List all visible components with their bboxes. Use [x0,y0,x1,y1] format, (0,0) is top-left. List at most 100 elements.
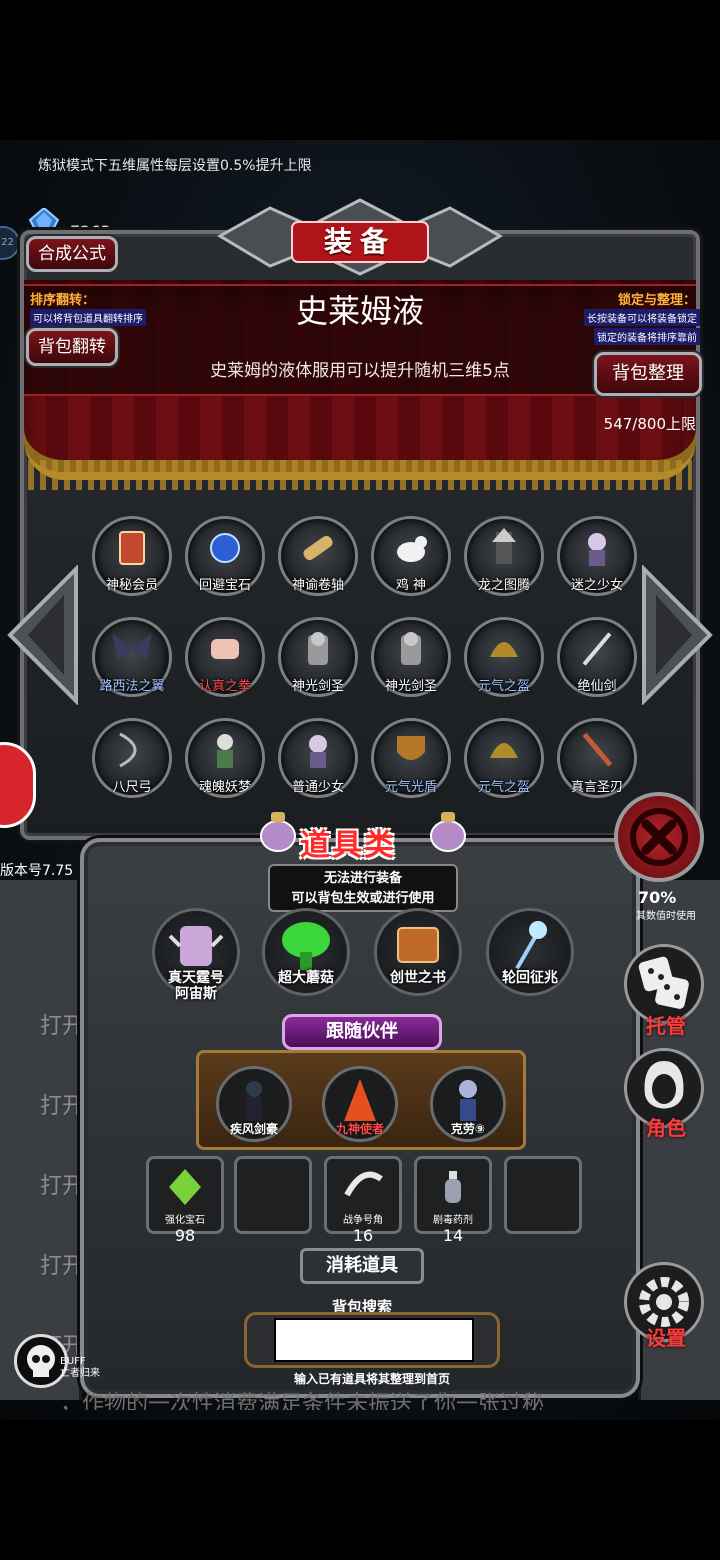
helmet-icon [490,743,518,758]
item-name: 神秘会员 [105,578,158,593]
item-name: 鸡 神 [395,578,427,593]
item-art [110,526,154,570]
prop-slot[interactable]: 轮回征兆 [486,908,574,996]
item-name: 普通少女 [291,780,344,795]
item-name: 魂魄妖梦 [198,780,251,795]
inventory-slot[interactable]: 龙之图腾 [464,516,544,596]
close-icon [630,808,688,866]
item-name: 元气之盔 [477,780,530,795]
settings-label: 设置 [646,1326,686,1350]
inventory-slot[interactable]: 回避宝石 [185,516,265,596]
consumable-art [341,1165,385,1209]
item-name: 真言圣刃 [570,780,623,795]
fox-icon [344,1079,376,1121]
buff-line-2: 亡者归来 [60,1368,100,1379]
consumable-art [163,1165,207,1209]
consumable-slot[interactable]: 剧毒药剂 [414,1156,492,1234]
status-bar-area [0,0,720,140]
bag-sort-button[interactable]: 背包整理 [594,352,702,396]
companion-art [444,1074,492,1124]
swordsman-icon [246,1081,262,1121]
inventory-slot[interactable]: 元气之盔 [464,718,544,798]
fist-icon [211,639,239,659]
inventory-slot[interactable]: 神秘会员 [92,516,172,596]
companion-slot[interactable]: 克劳⑨ [430,1066,506,1142]
next-page-arrow-icon[interactable] [642,565,714,705]
inventory-slot[interactable]: 八尺弓 [92,718,172,798]
item-name: 绝仙剑 [577,679,617,694]
item-art [575,526,619,570]
mode-notice: 炼狱模式下五维属性每层设置0.5%提升上限 [38,158,312,174]
auto-use-text: 其数值时使用 [636,911,696,922]
maid-icon [459,1080,477,1121]
close-button[interactable] [614,792,704,882]
companion-art [336,1074,384,1124]
consumable-slot[interactable]: 强化宝石 [146,1156,224,1234]
item-name: 八尺弓 [112,780,152,795]
log-line: 打开 [40,1174,85,1199]
item-art [575,627,619,671]
consumable-slot[interactable] [234,1156,312,1234]
character-label: 角色 [646,1116,686,1140]
selected-item-desc: 史莱姆的液体服用可以提升随机三维5点 [210,361,510,381]
item-art [388,916,448,976]
item-art [110,627,154,671]
item-name: 神谕卷轴 [291,578,344,593]
prev-page-arrow-icon[interactable] [6,565,78,705]
buff-line-1: BUFF [60,1356,86,1367]
lock-desc-2: 锁定的装备将排序靠前 [594,328,700,345]
inventory-slot[interactable]: 迷之少女 [557,516,637,596]
poison-icon [445,1171,461,1203]
prop-name: 轮回征兆 [502,970,558,986]
inventory-slot[interactable]: 神光剑圣 [371,617,451,697]
inventory-slot[interactable]: 路西法之翼 [92,617,172,697]
auto-manage-label: 托管 [646,1014,686,1038]
inventory-slot[interactable]: 神谕卷轴 [278,516,358,596]
inventory-slot[interactable]: 绝仙剑 [557,617,637,697]
inventory-slot[interactable]: 真言圣刃 [557,718,637,798]
inventory-slot[interactable]: 元气光盾 [371,718,451,798]
bag-flip-button[interactable]: 背包翻转 [26,328,118,366]
item-art [203,526,247,570]
item-art [482,728,526,772]
props-sub-line-2: 可以背包生效或进行使用 [291,891,435,906]
companion-slot[interactable]: 九神使者 [322,1066,398,1142]
consumable-slot[interactable] [504,1156,582,1234]
consumable-name: 强化宝石 [165,1215,205,1226]
consumables-title: 消耗道具 [300,1248,424,1284]
prop-name: 创世之书 [390,970,446,986]
book-icon [397,927,439,963]
prop-slot[interactable]: 真天霆号 阿宙斯 [152,908,240,1002]
bag-icon [260,812,296,852]
companion-slot[interactable]: 疾风剑豪 [216,1066,292,1142]
inventory-slot[interactable]: 神光剑圣 [278,617,358,697]
consumable-count: 16 [352,1226,374,1245]
swordswoman-icon [217,734,233,768]
inventory-slot[interactable]: 普通少女 [278,718,358,798]
sword-icon [582,632,612,666]
robot-icon [168,926,224,966]
item-art [389,526,433,570]
props-title: 道具类 [300,828,396,863]
search-input[interactable] [274,1318,474,1362]
version-label: 版本号7.75 [0,863,74,879]
inventory-slot[interactable]: 魂魄妖梦 [185,718,265,798]
item-name: 龙之图腾 [477,578,530,593]
sort-flip-title: 排序翻转： [30,293,96,308]
inventory-slot[interactable]: 元气之盔 [464,617,544,697]
recipe-button[interactable]: 合成公式 [26,236,118,272]
item-art [166,916,226,976]
inventory-slot[interactable]: 认真之拳 [185,617,265,697]
consumable-slot[interactable]: 战争号角 [324,1156,402,1234]
inventory-slot[interactable]: 鸡 神 [371,516,451,596]
selected-item-name: 史莱姆液 [295,292,424,330]
auto-use-percent: 70% [638,888,677,907]
item-grid: 神秘会员 回避宝石 神谕卷轴 鸡 神 龙之图腾 迷之少女 路西法之翼 认真之拳 神光剑圣 神光剑圣… [92,516,652,806]
prop-slot[interactable]: 超大蘑菇 [262,908,350,996]
item-art [276,916,336,976]
prop-slot[interactable]: 创世之书 [374,908,462,996]
item-name: 神光剑圣 [384,679,437,694]
item-name: 回避宝石 [198,578,251,593]
item-name: 迷之少女 [570,578,623,593]
blue-gem-icon [210,533,240,563]
